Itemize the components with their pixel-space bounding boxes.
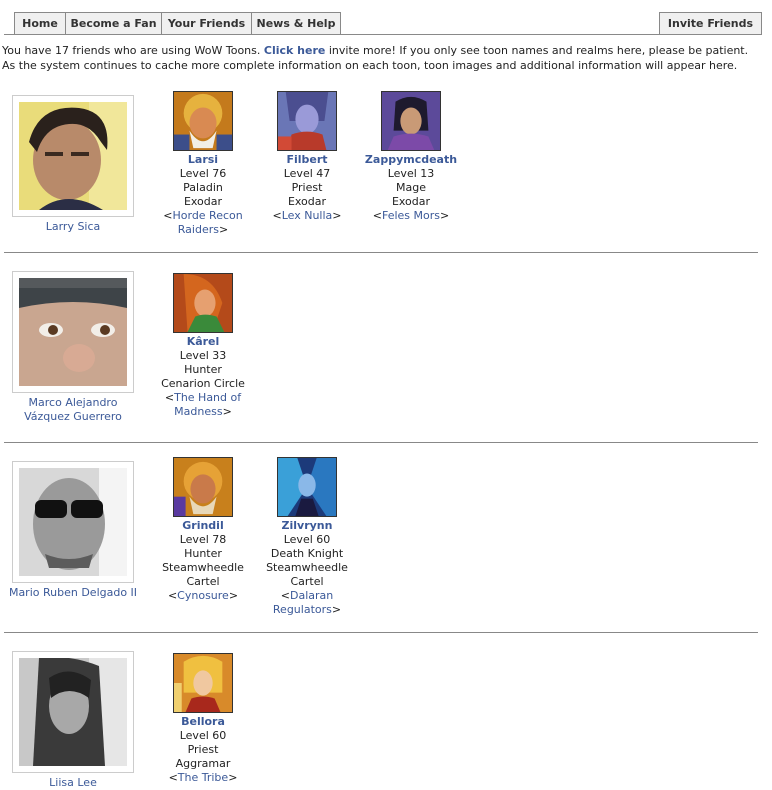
toon-level: Level 33 xyxy=(179,349,227,362)
toon-name[interactable]: Larsi xyxy=(154,153,252,167)
friend-row: Liisa Lee Bellora Level 60 Priest Aggram… xyxy=(4,651,758,789)
avatar[interactable] xyxy=(12,271,134,393)
toon-level: Level 13 xyxy=(387,167,435,180)
toon-level: Level 47 xyxy=(283,167,331,180)
tab-news-help[interactable]: News & Help xyxy=(251,12,341,34)
guild-link[interactable]: Cynosure xyxy=(177,589,229,602)
friend-photo xyxy=(19,657,127,766)
guild-link[interactable]: Feles Mors xyxy=(382,209,440,222)
toon-card: Bellora Level 60 Priest Aggramar <The Tr… xyxy=(154,653,252,785)
friend-photo xyxy=(19,278,127,386)
toon-name[interactable]: Zilvrynn xyxy=(258,519,356,533)
toon-guild: <The Tribe> xyxy=(168,771,238,784)
toon-class: Death Knight xyxy=(270,547,344,560)
toon-level: Level 76 xyxy=(179,167,227,180)
toon-realm: Aggramar xyxy=(175,757,231,770)
toon-class: Paladin xyxy=(183,181,223,194)
toon-card: Grindil Level 78 Hunter Steamwheedle Car… xyxy=(154,457,252,603)
intro-text: You have 17 friends who are using WoW To… xyxy=(2,43,762,73)
guild-link[interactable]: The Hand of Madness xyxy=(174,391,241,418)
toon-realm: Exodar xyxy=(287,195,327,208)
separator xyxy=(4,632,758,633)
friend-name[interactable]: Mario Ruben Delgado II xyxy=(4,586,142,600)
friend-name[interactable]: Liisa Lee xyxy=(4,776,142,790)
toon-realm: Steamwheedle Cartel xyxy=(162,561,244,588)
friend-photo xyxy=(19,102,127,210)
toon-class: Mage xyxy=(396,181,426,194)
toon-portrait[interactable] xyxy=(277,91,337,151)
toon-realm: Cenarion Circle xyxy=(161,377,245,390)
invite-more-link[interactable]: Click here xyxy=(264,44,325,57)
toon-card: Larsi Level 76 Paladin Exodar <Horde Rec… xyxy=(154,91,252,237)
separator xyxy=(4,252,758,253)
friend-name[interactable]: Marco Alejandro Vázquez Guerrero xyxy=(4,396,142,424)
friend-photo xyxy=(19,468,127,576)
toon-level: Level 60 xyxy=(283,533,331,546)
tab-invite-friends[interactable]: Invite Friends xyxy=(659,12,762,34)
toon-realm: Steamwheedle Cartel xyxy=(266,561,348,588)
toon-card: Zilvrynn Level 60 Death Knight Steamwhee… xyxy=(258,457,356,617)
toon-level: Level 78 xyxy=(179,533,227,546)
guild-link[interactable]: The Tribe xyxy=(178,771,228,784)
toon-guild: <Lex Nulla> xyxy=(272,209,342,222)
tab-your-friends[interactable]: Your Friends xyxy=(161,12,252,34)
guild-link[interactable]: Dalaran Regulators xyxy=(273,589,333,616)
toon-guild: <Cynosure> xyxy=(167,589,239,602)
toon-guild: <The Hand of Madness> xyxy=(164,391,242,418)
intro-before: You have 17 friends who are using WoW To… xyxy=(2,44,261,57)
avatar[interactable] xyxy=(12,651,134,773)
tab-bar: Home Become a Fan Your Friends News & He… xyxy=(4,12,762,35)
toon-class: Priest xyxy=(187,743,219,756)
toon-realm: Exodar xyxy=(391,195,431,208)
toon-guild: <Horde Recon Raiders> xyxy=(163,209,243,236)
toon-card: Kârel Level 33 Hunter Cenarion Circle <T… xyxy=(154,273,252,419)
toon-portrait[interactable] xyxy=(173,91,233,151)
separator xyxy=(4,442,758,443)
friend-name[interactable]: Larry Sica xyxy=(4,220,142,234)
toon-level: Level 60 xyxy=(179,729,227,742)
avatar[interactable] xyxy=(12,95,134,217)
toon-portrait[interactable] xyxy=(173,653,233,713)
toon-name[interactable]: Zappymcdeath xyxy=(362,153,460,167)
toon-portrait[interactable] xyxy=(277,457,337,517)
toon-guild: <Feles Mors> xyxy=(372,209,450,222)
toon-guild: <Dalaran Regulators> xyxy=(272,589,342,616)
toon-portrait[interactable] xyxy=(173,457,233,517)
friend-row: Larry Sica Larsi Level 76 Paladin Exodar… xyxy=(4,91,758,245)
guild-link[interactable]: Horde Recon Raiders xyxy=(172,209,242,236)
friend-row: Marco Alejandro Vázquez Guerrero Kârel L… xyxy=(4,271,758,431)
toon-class: Hunter xyxy=(184,547,222,560)
avatar[interactable] xyxy=(12,461,134,583)
tab-home[interactable]: Home xyxy=(14,12,66,34)
guild-link[interactable]: Lex Nulla xyxy=(282,209,333,222)
toon-name[interactable]: Grindil xyxy=(154,519,252,533)
toon-name[interactable]: Filbert xyxy=(258,153,356,167)
toon-realm: Exodar xyxy=(183,195,223,208)
friend-row: Mario Ruben Delgado II Grindil Level 78 … xyxy=(4,457,758,621)
toon-card: Filbert Level 47 Priest Exodar <Lex Null… xyxy=(258,91,356,223)
toon-class: Priest xyxy=(291,181,323,194)
toon-class: Hunter xyxy=(184,363,222,376)
toon-portrait[interactable] xyxy=(173,273,233,333)
toon-card: Zappymcdeath Level 13 Mage Exodar <Feles… xyxy=(362,91,460,223)
toon-name[interactable]: Bellora xyxy=(154,715,252,729)
tab-become-a-fan[interactable]: Become a Fan xyxy=(65,12,162,34)
toon-portrait[interactable] xyxy=(381,91,441,151)
toon-name[interactable]: Kârel xyxy=(154,335,252,349)
